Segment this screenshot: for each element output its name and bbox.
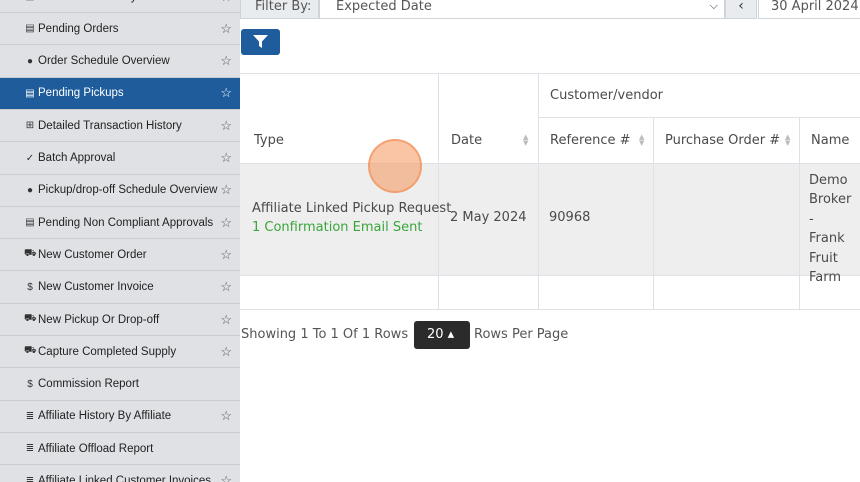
sidebar-item-label: New Customer Invoice [38, 281, 154, 294]
sidebar-item-pending-non-compliant-approvals[interactable]: ▤ Pending Non Compliant Approvals ☆ [0, 207, 240, 240]
sort-icon[interactable]: ▲ ▼ [639, 134, 644, 147]
star-icon[interactable]: ☆ [220, 279, 232, 295]
column-header-reference[interactable]: Reference # [550, 133, 631, 148]
star-icon[interactable]: ☆ [220, 85, 232, 101]
bar-chart-icon: ≣ [25, 443, 35, 455]
sidebar-item-label: Pending Pickups [38, 87, 124, 100]
star-icon[interactable]: ☆ [220, 118, 232, 134]
cell-name-line: Frank [809, 231, 845, 247]
sidebar-item-order-schedule-overview[interactable]: ● Order Schedule Overview ☆ [0, 46, 240, 78]
sidebar-item-new-customer-invoice[interactable]: $ New Customer Invoice ☆ [0, 272, 240, 304]
sort-icon[interactable]: ▲ ▼ [785, 134, 790, 147]
clipboard-icon: ▤ [25, 87, 35, 99]
cart-icon: ⛟ [24, 345, 37, 357]
cell-name-line: Broker - [809, 192, 852, 227]
cell-status[interactable]: 1 Confirmation Email Sent [252, 220, 422, 235]
date-input[interactable]: 30 April 2024 [758, 0, 860, 19]
cell-reference: 90968 [549, 210, 591, 225]
sidebar-item-pending-orders[interactable]: ▤ Pending Orders ☆ [0, 13, 240, 46]
sidebar-item-commission-report[interactable]: $ Commission Report [0, 369, 240, 401]
sidebar-item-affiliate-history-by-affiliate[interactable]: ≣ Affiliate History By Affiliate ☆ [0, 401, 240, 433]
sidebar-item-batch-approval[interactable]: ✓ Batch Approval ☆ [0, 143, 240, 175]
sidebar-item-label: Affiliate History By Affiliate [38, 410, 172, 423]
sidebar-item-label: New Customer Order [38, 248, 147, 261]
chevron-down-icon: ⌵ [709, 0, 718, 12]
sidebar-item-label: Capture Completed Supply [38, 345, 177, 358]
clipboard-icon: ▤ [25, 23, 35, 35]
check-icon: ✓ [25, 152, 35, 164]
sidebar-item-affiliate-linked-customer-invoices[interactable]: ≣ Affiliate Linked Customer Invoices ☆ [0, 466, 240, 482]
cell-name: Demo Broker - Frank Fruit Farm [809, 171, 860, 287]
filter-icon [253, 35, 268, 48]
previous-date-button[interactable]: ‹ [725, 0, 757, 19]
sidebar-item-new-customer-order[interactable]: ⛟ New Customer Order ☆ [0, 239, 240, 272]
sidebar-item-label: Detailed Transaction History [38, 119, 182, 132]
click-indicator [368, 139, 422, 193]
column-header-purchase-order[interactable]: Purchase Order # [665, 133, 780, 148]
dollar-icon: $ [27, 378, 33, 390]
clock-icon: ● [26, 184, 34, 196]
sort-icon[interactable]: ▲ ▼ [523, 134, 528, 147]
filter-select[interactable]: Expected Date ⌵ [319, 0, 725, 19]
sidebar-item-label: Order Schedule Overview [38, 55, 170, 68]
star-icon[interactable]: ☆ [220, 408, 232, 424]
sidebar-menu: ▤Transaction History☆▤Pending Orders☆●Or… [0, 0, 240, 482]
star-icon[interactable]: ☆ [220, 312, 232, 328]
sidebar-item-pickup-drop-off-schedule-overview[interactable]: ● Pickup/drop-off Schedule Overview ☆ [0, 175, 240, 207]
table-icon: ⊞ [25, 120, 35, 132]
cell-name-line: Fruit [809, 250, 838, 266]
dollar-icon: $ [27, 281, 33, 293]
customer-vendor-group-header: Customer/vendor [550, 88, 664, 103]
sidebar-item-affiliate-offload-report[interactable]: ≣ Affiliate Offload Report [0, 433, 240, 466]
column-header-name[interactable]: Name [811, 133, 849, 148]
rows-per-page-label: Rows Per Page [474, 327, 569, 342]
sidebar-item-label: Transaction History [38, 0, 137, 3]
sidebar-item-label: Affiliate Linked Customer Invoices [38, 475, 212, 482]
star-icon[interactable]: ☆ [220, 182, 232, 198]
cell-name-line: Farm [809, 270, 842, 286]
truck-icon: ⛟ [24, 313, 37, 324]
sidebar-item-label: Pickup/drop-off Schedule Overview [38, 184, 218, 197]
sidebar-item-transaction-history[interactable]: ▤Transaction History ☆ [0, 0, 240, 13]
star-icon[interactable]: ☆ [220, 473, 232, 482]
star-icon[interactable]: ☆ [220, 53, 232, 69]
star-icon[interactable]: ☆ [220, 150, 232, 166]
sidebar-item-label: Affiliate Offload Report [38, 442, 154, 455]
clipboard-icon: ▤ [24, 0, 36, 2]
column-header-date[interactable]: Date [451, 133, 482, 148]
star-icon[interactable]: ☆ [220, 21, 232, 37]
cell-date: 2 May 2024 [450, 210, 527, 225]
cell-type: Affiliate Linked Pickup Request [252, 201, 452, 216]
rows-per-page-dropdown[interactable]: 20 ▴ [414, 321, 470, 349]
sidebar-item-label: Pending Non Compliant Approvals [38, 216, 214, 229]
sidebar-item-pending-pickups[interactable]: ▤ Pending Pickups ☆ [0, 77, 240, 110]
apply-filter-button[interactable] [241, 29, 280, 55]
star-icon[interactable]: ☆ [220, 344, 232, 360]
sidebar-item-capture-completed-supply[interactable]: ⛟ Capture Completed Supply ☆ [0, 336, 240, 369]
star-icon[interactable]: ☆ [220, 215, 232, 231]
filter-by-label: Filter By: [240, 0, 319, 19]
clipboard-icon: ▤ [25, 217, 35, 229]
sidebar-item-label: Pending Orders [38, 22, 119, 35]
star-icon[interactable]: ☆ [220, 0, 232, 5]
sidebar-item-new-pickup-or-drop-off[interactable]: ⛟ New Pickup Or Drop-off ☆ [0, 304, 240, 336]
sidebar-item-label: Batch Approval [38, 152, 116, 164]
filter-select-value: Expected Date [336, 0, 432, 14]
truck-icon: ⛟ [24, 248, 37, 260]
sidebar-item-label: Commission Report [38, 378, 139, 391]
star-icon[interactable]: ☆ [220, 247, 232, 263]
cell-name-line: Demo [809, 173, 848, 188]
bar-chart-icon: ≣ [25, 475, 35, 482]
main-content: Filter By: Expected Date ⌵ ‹ 30 April 20… [240, 0, 860, 482]
sidebar-item-label: New Pickup Or Drop-off [38, 313, 160, 326]
column-header-type[interactable]: Type [254, 133, 284, 148]
bar-chart-icon: ≣ [25, 410, 35, 422]
pagination-summary: Showing 1 To 1 Of 1 Rows [241, 327, 409, 342]
sidebar-item-detailed-transaction-history[interactable]: ⊞ Detailed Transaction History ☆ [0, 110, 240, 143]
clock-icon: ● [26, 55, 34, 67]
